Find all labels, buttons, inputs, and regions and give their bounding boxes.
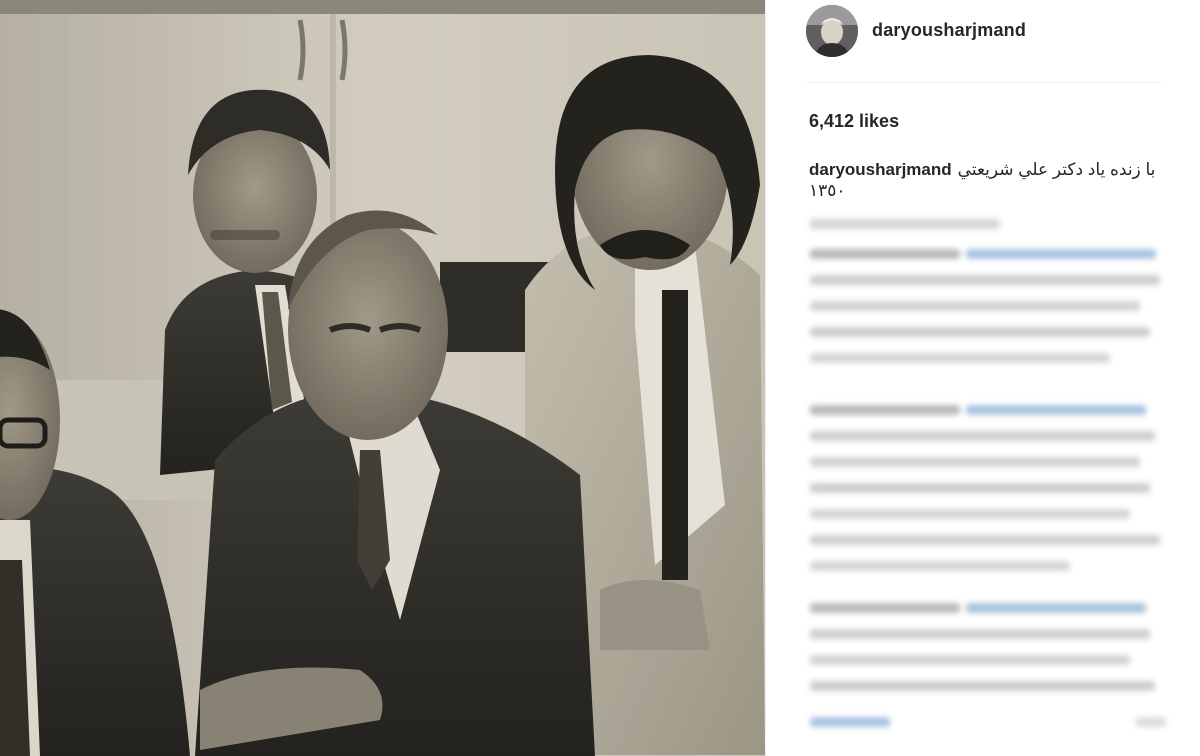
caption-text: با زنده یاد دکتر علي شريعتي [957,160,1156,179]
vintage-group-photo [0,0,765,756]
caption-date: ١٣٥٠ [809,181,846,200]
post-username[interactable]: daryousharjmand [872,20,1026,41]
post-header: daryousharjmand [806,5,1161,83]
caption-username[interactable]: daryousharjmand [809,160,952,179]
likes-count[interactable]: 6,412 likes [809,111,899,132]
post-side-panel: daryousharjmand 6,412 likes daryousharjm… [765,0,1200,756]
profile-photo-icon [806,5,858,57]
post-caption: daryousharjmand با زنده یاد دکتر علي شريع… [809,160,1159,201]
blurred-comments [806,205,1171,750]
post-photo[interactable] [0,0,765,756]
avatar[interactable] [806,5,858,57]
